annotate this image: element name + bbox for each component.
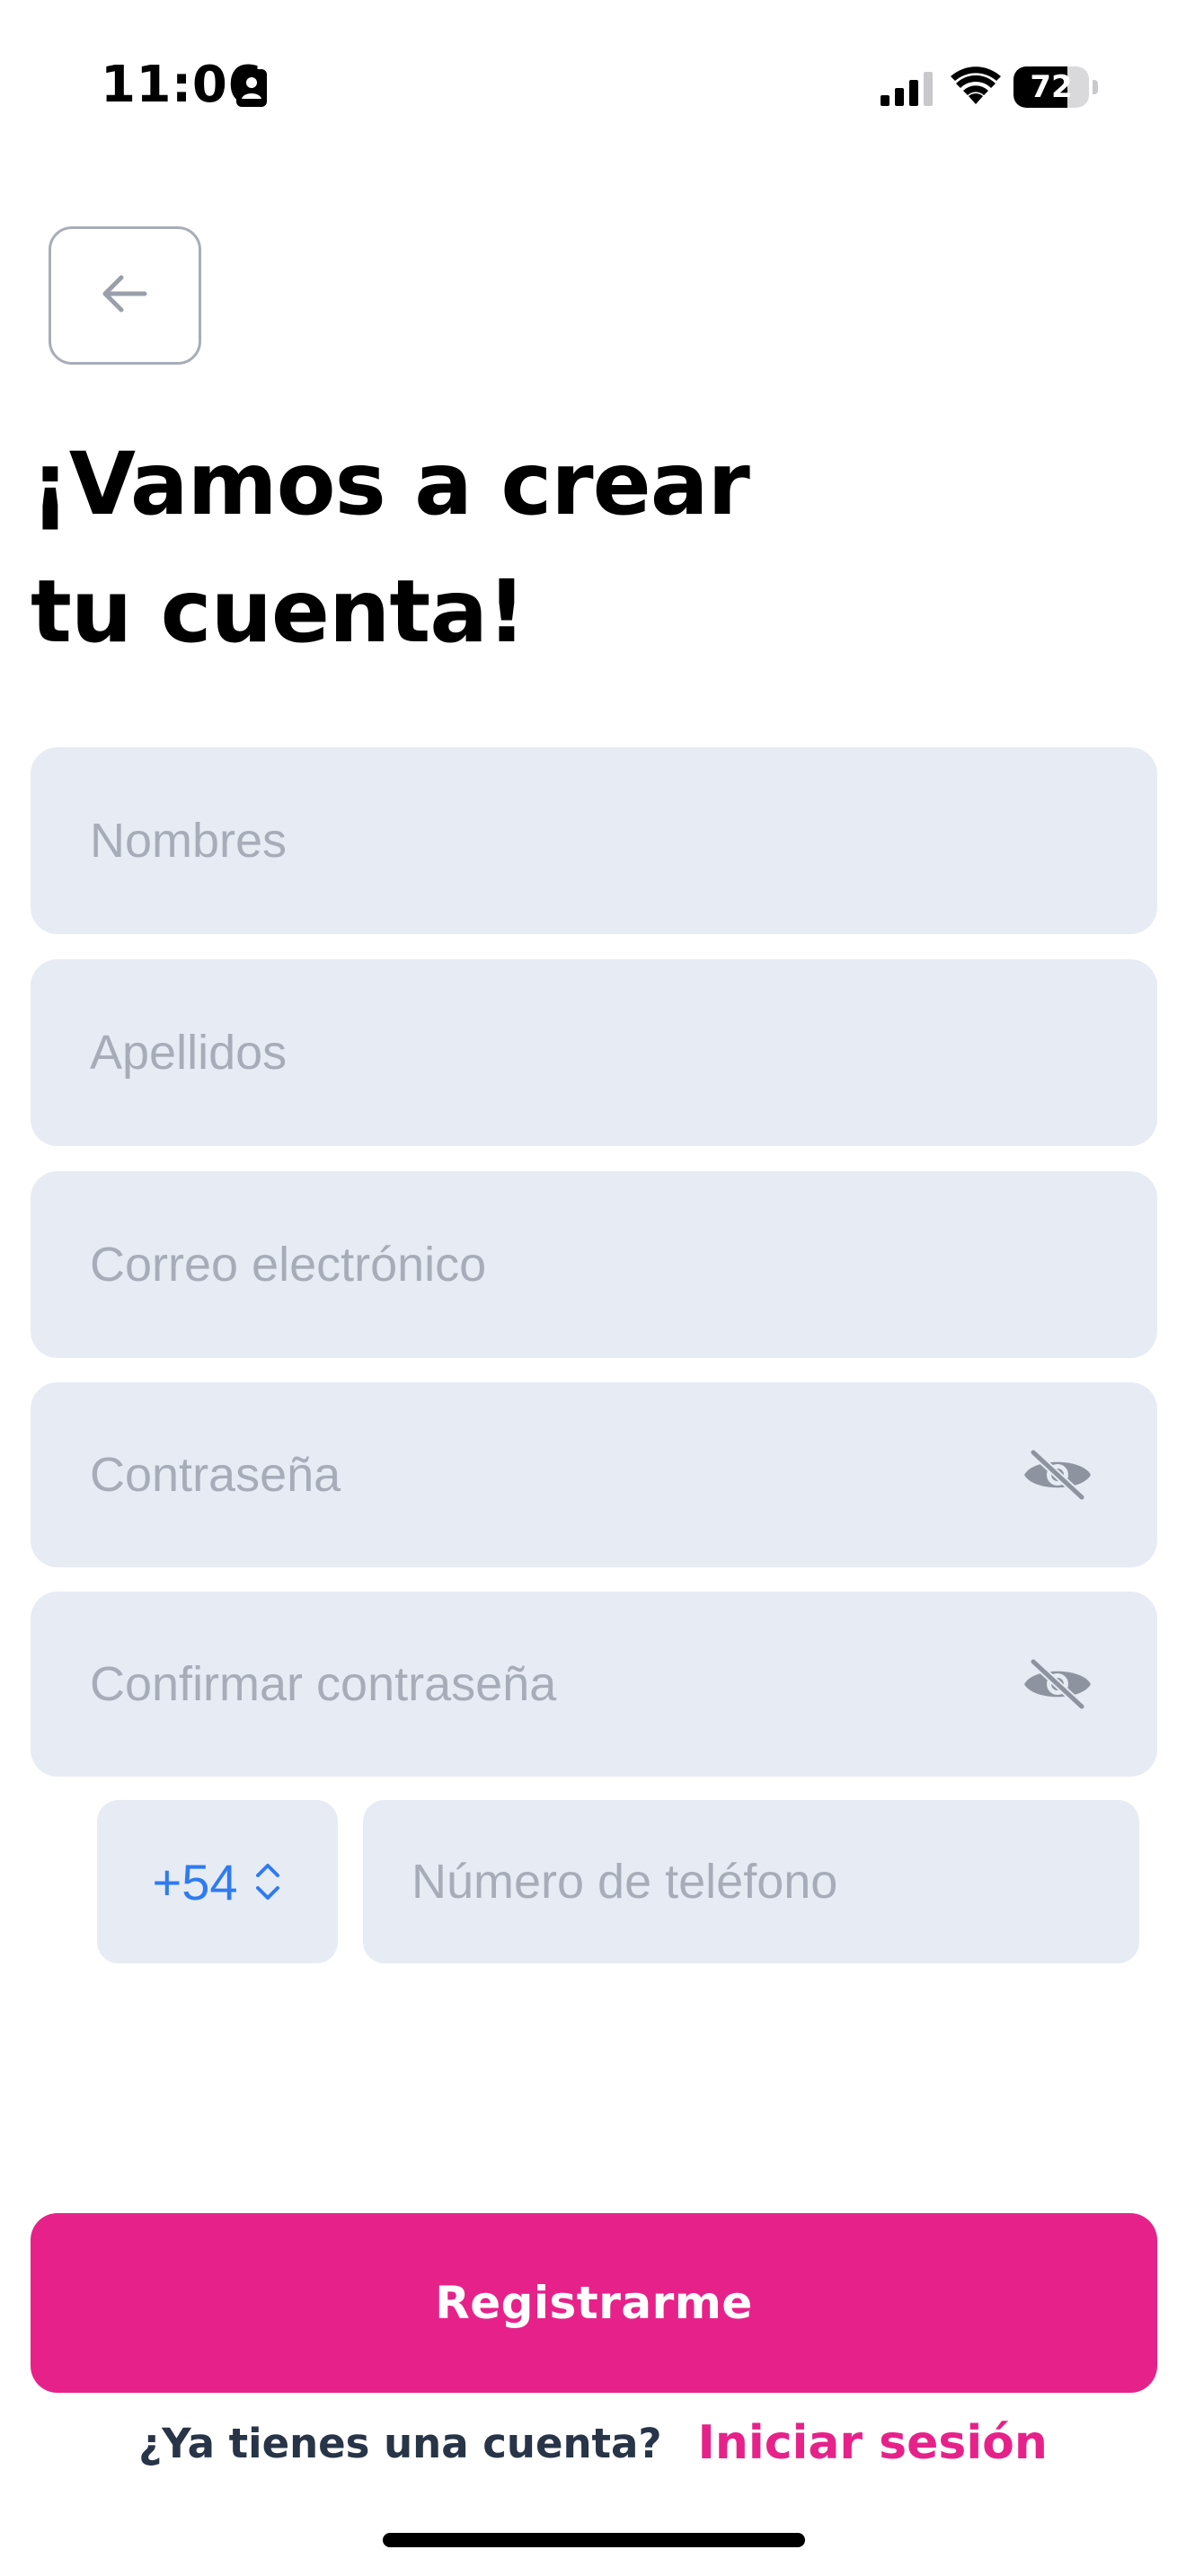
email-input[interactable]: [90, 1171, 988, 1358]
phone-field[interactable]: [363, 1800, 1139, 1963]
id-card-icon: [235, 68, 268, 108]
wifi-icon: [951, 65, 1001, 106]
confirm-password-field[interactable]: [31, 1592, 1157, 1777]
phone-input[interactable]: [412, 1800, 1112, 1963]
arrow-left-icon: [96, 265, 154, 327]
country-code-selector[interactable]: +54: [97, 1800, 338, 1963]
password-input[interactable]: [90, 1382, 988, 1567]
first-name-input[interactable]: [90, 747, 988, 934]
page-title: ¡Vamos a crear tu cuenta!: [31, 420, 929, 675]
register-button[interactable]: Registrarme: [31, 2213, 1157, 2393]
title-line-1: ¡Vamos a crear: [31, 434, 750, 534]
cellular-signal-icon: [881, 70, 938, 106]
password-visibility-toggle[interactable]: [1021, 1445, 1094, 1504]
home-indicator: [383, 2533, 805, 2547]
password-field[interactable]: [31, 1382, 1157, 1567]
email-field[interactable]: [31, 1171, 1157, 1358]
battery-level: 72: [1030, 69, 1073, 105]
confirm-password-visibility-toggle[interactable]: [1021, 1654, 1094, 1714]
confirm-password-input[interactable]: [90, 1592, 988, 1777]
status-bar: 11:06 72: [0, 0, 1186, 180]
login-link[interactable]: Iniciar sesión: [698, 2416, 1048, 2470]
last-name-field[interactable]: [31, 959, 1157, 1146]
battery-indicator: 72: [1013, 66, 1098, 108]
last-name-input[interactable]: [90, 959, 988, 1146]
login-question: ¿Ya tienes una cuenta?: [138, 2419, 662, 2467]
login-prompt: ¿Ya tienes una cuenta? Iniciar sesión: [0, 2407, 1186, 2479]
title-line-2: tu cuenta!: [31, 561, 527, 662]
chevron-updown-icon: [255, 1864, 279, 1900]
country-code-value: +54: [152, 1853, 238, 1910]
back-button[interactable]: [49, 226, 201, 365]
eye-off-icon: [1024, 1448, 1091, 1502]
eye-off-icon: [1024, 1657, 1091, 1711]
first-name-field[interactable]: [31, 747, 1157, 934]
